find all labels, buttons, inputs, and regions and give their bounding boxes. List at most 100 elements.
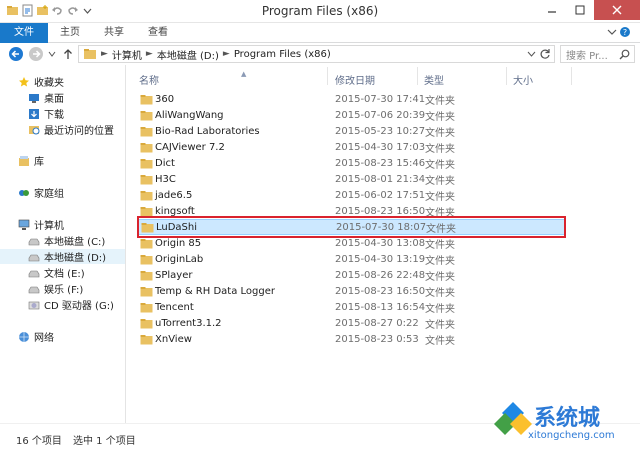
breadcrumb-computer[interactable]: 计算机 [112, 47, 142, 62]
nav-computer[interactable]: 计算机 [18, 217, 143, 232]
refresh-icon[interactable] [539, 48, 551, 60]
column-header-name[interactable]: 名称 ▲ [139, 70, 246, 87]
folder-icon [140, 238, 153, 248]
maximize-button[interactable] [566, 0, 594, 20]
file-row[interactable]: Dict 2015-08-23 15:46 文件夹 [137, 155, 565, 171]
library-icon [19, 155, 29, 166]
recent-locations-button[interactable] [46, 46, 58, 62]
breadcrumb-program-files[interactable]: Program Files (x86) [234, 49, 331, 60]
file-name: Origin 85 [155, 237, 202, 249]
minimize-button[interactable] [538, 0, 566, 20]
nav-libraries[interactable]: 库 [18, 153, 143, 168]
nav-drive-d[interactable]: 本地磁盘 (D:) [0, 249, 125, 264]
star-icon [19, 76, 29, 86]
tab-share[interactable]: 共享 [92, 23, 136, 43]
file-row[interactable]: jade6.5 2015-06-02 17:51 文件夹 [137, 187, 565, 203]
search-icon [619, 49, 630, 60]
breadcrumb-separator[interactable]: ► [223, 49, 230, 59]
up-arrow-icon [64, 49, 72, 59]
column-header-date[interactable]: 修改日期 [335, 72, 375, 87]
file-date: 2015-06-02 17:51 [335, 189, 426, 201]
computer-icon [18, 219, 30, 230]
file-date: 2015-07-30 17:41 [335, 93, 426, 105]
cd-drive-icon [28, 301, 40, 309]
tab-file[interactable]: 文件 [0, 23, 48, 43]
watermark-logo: 系统城 xitongcheng.com [492, 398, 640, 450]
file-row[interactable]: H3C 2015-08-01 21:34 文件夹 [137, 171, 565, 187]
nav-favorites[interactable]: 收藏夹 [18, 74, 143, 89]
downloads-icon [29, 108, 39, 119]
file-name: SPlayer [155, 269, 193, 281]
expand-ribbon-icon[interactable]: ? [606, 26, 632, 38]
chevron-down-icon[interactable] [527, 49, 536, 58]
file-row[interactable]: OriginLab 2015-04-30 13:19 文件夹 [137, 251, 565, 267]
file-row[interactable]: Bio-Rad Laboratories 2015-05-23 10:27 文件夹 [137, 123, 565, 139]
file-type: 文件夹 [425, 175, 455, 187]
file-type: 文件夹 [425, 127, 455, 139]
folder-icon [140, 206, 153, 216]
nav-homegroup[interactable]: 家庭组 [18, 185, 143, 200]
folder-icon [140, 174, 153, 184]
file-row[interactable]: uTorrent3.1.2 2015-08-27 0:22 文件夹 [137, 315, 565, 331]
folder-icon [84, 49, 96, 59]
breadcrumb-drive-d[interactable]: 本地磁盘 (D:) [157, 47, 219, 62]
file-row[interactable]: CAJViewer 7.2 2015-04-30 17:03 文件夹 [137, 139, 565, 155]
file-row[interactable]: 360 2015-07-30 17:41 文件夹 [137, 91, 565, 107]
xitongcheng-logo-icon [494, 402, 532, 435]
forward-button[interactable] [28, 46, 44, 62]
item-count: 16 个项目 [16, 436, 62, 447]
column-header-type[interactable]: 类型 [424, 72, 444, 87]
watermark-brand: 系统城 [534, 406, 601, 431]
file-name: Dict [155, 157, 175, 169]
file-row[interactable]: Temp & RH Data Logger 2015-08-23 16:50 文件夹 [137, 283, 565, 299]
address-bar[interactable]: ► 计算机 ► 本地磁盘 (D:) ► Program Files (x86) [78, 45, 555, 63]
drive-icon [28, 238, 40, 245]
file-type: 文件夹 [425, 191, 455, 203]
close-icon [612, 5, 622, 15]
column-header-size[interactable]: 大小 [513, 72, 533, 87]
file-type: 文件夹 [425, 143, 455, 155]
file-type: 文件夹 [425, 287, 455, 299]
breadcrumb-separator[interactable]: ► [146, 49, 153, 59]
back-button[interactable] [8, 46, 24, 62]
nav-network[interactable]: 网络 [18, 329, 143, 344]
file-name: Tencent [155, 301, 194, 313]
drive-icon [28, 254, 40, 261]
file-row[interactable]: Tencent 2015-08-13 16:54 文件夹 [137, 299, 565, 315]
file-date: 2015-04-30 13:19 [335, 253, 426, 265]
navigation-bar: ► 计算机 ► 本地磁盘 (D:) ► Program Files (x86) … [0, 43, 640, 65]
file-row[interactable]: SPlayer 2015-08-26 22:48 文件夹 [137, 267, 565, 283]
search-input[interactable]: 搜索 Pr... [560, 45, 635, 63]
folder-icon [140, 142, 153, 152]
column-divider[interactable] [327, 67, 328, 85]
tab-view[interactable]: 查看 [136, 23, 180, 43]
column-divider[interactable] [506, 67, 507, 85]
close-button[interactable] [594, 0, 640, 20]
breadcrumb-separator[interactable]: ► [101, 49, 108, 59]
column-divider[interactable] [417, 67, 418, 85]
file-date: 2015-04-30 13:08 [335, 237, 426, 249]
file-date: 2015-04-30 17:03 [335, 141, 426, 153]
folder-icon [140, 126, 153, 136]
file-name: uTorrent3.1.2 [155, 317, 222, 329]
file-name: 360 [155, 93, 175, 105]
file-date: 2015-08-23 15:46 [335, 157, 426, 169]
file-type: 文件夹 [425, 319, 455, 331]
file-type: 文件夹 [425, 95, 455, 107]
file-list: 名称 ▲ 修改日期 类型 大小 360 2015-07-30 17:41 文件夹 Al… [127, 65, 640, 423]
file-date: 2015-08-01 21:34 [335, 173, 426, 185]
network-icon [19, 331, 29, 342]
file-date: 2015-07-06 20:39 [335, 109, 426, 121]
folder-icon [140, 286, 153, 296]
tab-home[interactable]: 主页 [48, 23, 92, 43]
column-divider[interactable] [571, 67, 572, 85]
forward-arrow-icon [29, 47, 43, 61]
window-controls [538, 0, 640, 20]
file-name: kingsoft [155, 205, 195, 217]
file-row[interactable]: XnView 2015-08-23 0:53 文件夹 [137, 331, 565, 347]
file-row[interactable]: AliWangWang 2015-07-06 20:39 文件夹 [137, 107, 565, 123]
folder-icon [140, 158, 153, 168]
up-button[interactable] [60, 46, 76, 62]
drive-icon [28, 270, 40, 277]
drive-icon [28, 286, 40, 293]
